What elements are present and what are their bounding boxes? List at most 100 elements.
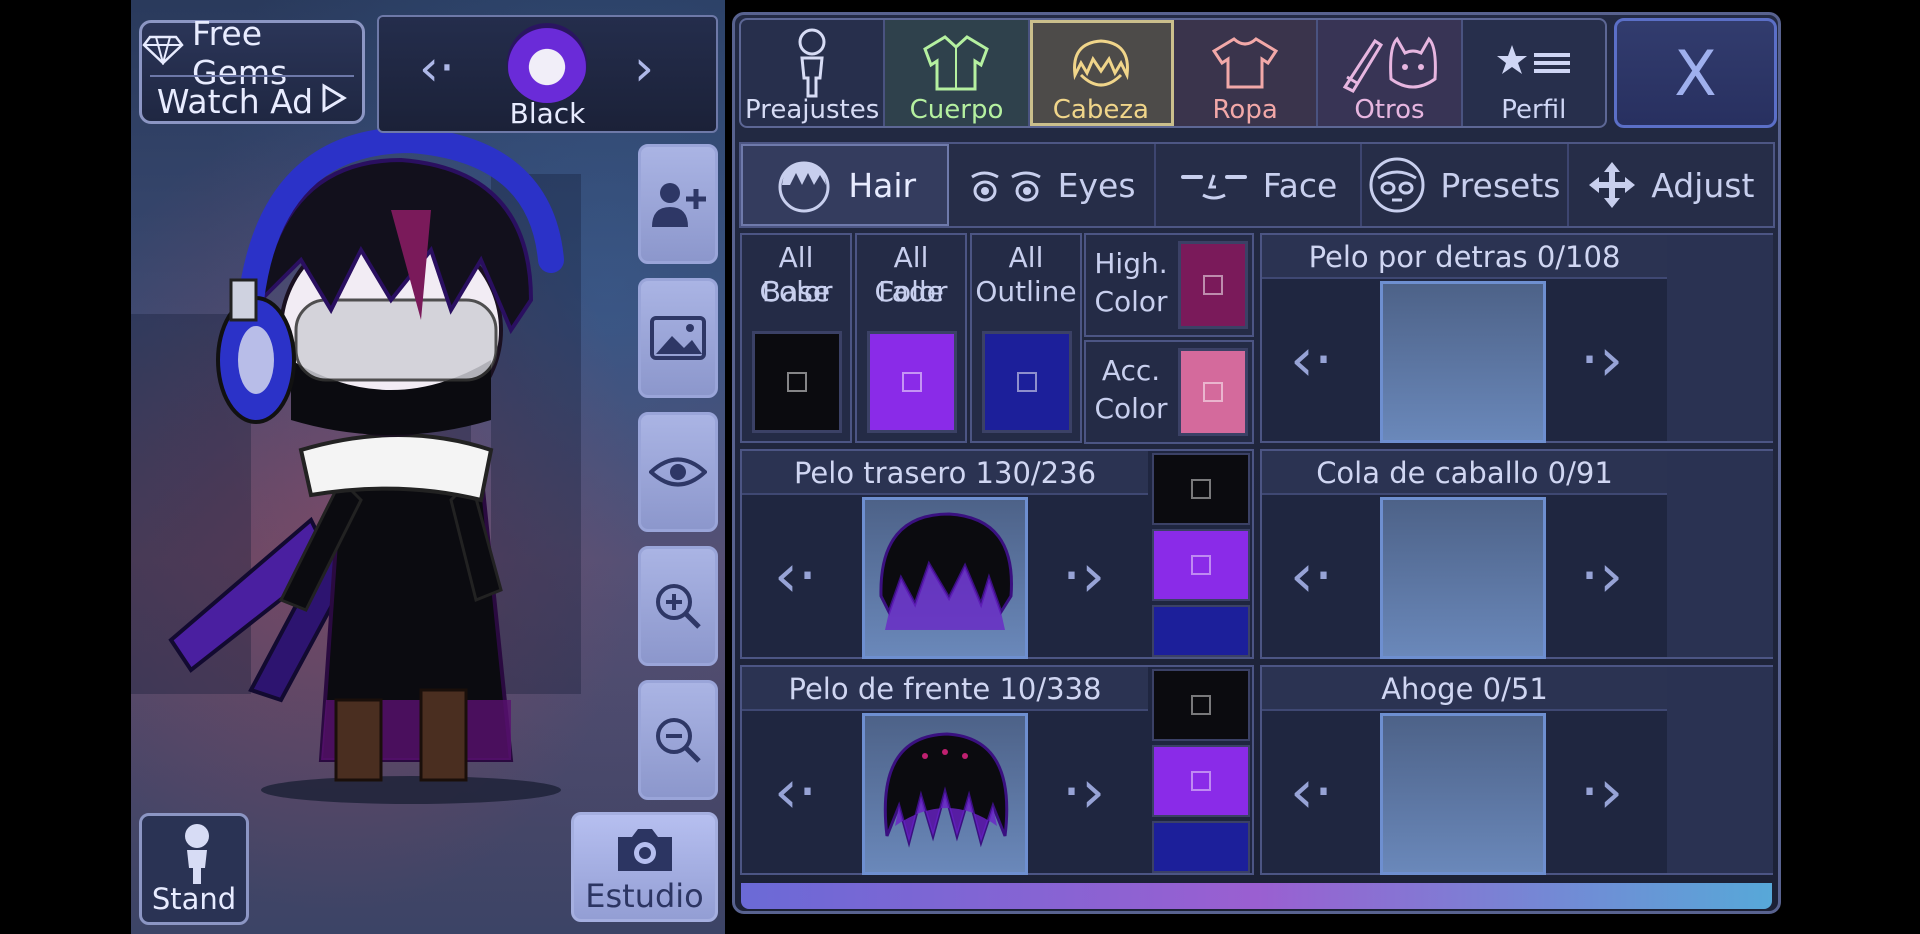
camera-icon: [618, 829, 672, 871]
previous-arrow-icon[interactable]: ‹·: [1290, 541, 1333, 611]
outline-color-swatch[interactable]: [1152, 605, 1250, 657]
outline-color-swatch[interactable]: [1152, 821, 1250, 873]
add-character-button[interactable]: [638, 144, 718, 264]
close-icon: X: [1674, 36, 1717, 110]
estudio-button[interactable]: Estudio: [571, 812, 718, 922]
zoom-out-button[interactable]: [638, 680, 718, 800]
pelo-de-frente-selector: Pelo de frente 10/338 ‹· ·›: [740, 665, 1254, 875]
item-preview[interactable]: [1380, 497, 1546, 659]
tab-presets[interactable]: Presets: [1362, 144, 1569, 226]
zoom-in-button[interactable]: [638, 546, 718, 666]
all-fade-color-swatch[interactable]: [867, 331, 957, 433]
swatch-marker: [1017, 372, 1037, 392]
stand-button[interactable]: Stand: [139, 813, 249, 925]
next-arrow-icon[interactable]: ·›: [1580, 325, 1623, 395]
previous-arrow-icon[interactable]: ‹·: [1290, 325, 1333, 395]
tab-label: Preajustes: [745, 95, 880, 125]
high-color-cell[interactable]: High. Color: [1084, 233, 1254, 337]
swatch-marker: [1191, 555, 1211, 575]
next-character-icon[interactable]: ›: [634, 39, 654, 97]
pelo-trasero-selector: Pelo trasero 130/236 ‹· ·›: [740, 449, 1254, 659]
all-fade-color-cell[interactable]: All Fade Color: [855, 233, 967, 443]
swatch-marker: [1203, 382, 1223, 402]
swatch-marker: [1191, 479, 1211, 499]
acc-color-swatch[interactable]: [1178, 348, 1248, 436]
tab-label: Face: [1262, 165, 1338, 205]
tab-eyes[interactable]: Eyes: [949, 144, 1156, 226]
back-hair-preview: [879, 512, 1013, 630]
previous-arrow-icon[interactable]: ‹·: [1290, 757, 1333, 827]
tab-label: Otros: [1354, 95, 1425, 125]
body-silhouette-icon: [798, 28, 826, 98]
tab-ropa[interactable]: Ropa: [1173, 20, 1319, 126]
selector-side-band: [1667, 235, 1773, 441]
next-arrow-icon[interactable]: ·›: [1580, 757, 1623, 827]
star-list-icon: [1496, 45, 1570, 74]
tab-label: Cabeza: [1052, 95, 1149, 125]
tab-cuerpo[interactable]: Cuerpo: [885, 20, 1030, 126]
divider: [150, 75, 354, 77]
cell-label-line2: Outline: [975, 275, 1077, 308]
acc-color-cell[interactable]: Acc. Color: [1084, 340, 1254, 444]
category-tabs: Preajustes Cuerpo Cabeza Ropa Otros Perf…: [739, 18, 1607, 128]
close-button[interactable]: X: [1614, 18, 1777, 128]
item-preview[interactable]: [862, 497, 1028, 659]
next-arrow-icon[interactable]: ·›: [1062, 541, 1105, 611]
fade-color-swatch[interactable]: [1152, 745, 1250, 817]
next-arrow-icon[interactable]: ·›: [1580, 541, 1623, 611]
zoom-in-icon: [656, 584, 701, 629]
tab-cabeza[interactable]: Cabeza: [1029, 20, 1174, 126]
item-preview[interactable]: [1380, 281, 1546, 443]
next-arrow-icon[interactable]: ·›: [1062, 757, 1105, 827]
selector-title: Ahoge 0/51: [1262, 667, 1667, 711]
swatch-marker: [1203, 275, 1223, 295]
item-preview[interactable]: [862, 713, 1028, 875]
swatch-marker: [1191, 695, 1211, 715]
all-outline-cell[interactable]: All Outline: [970, 233, 1082, 443]
eyes-icon: [970, 171, 1041, 202]
selector-side-band: [1667, 451, 1773, 657]
pelo-por-detras-selector: Pelo por detras 0/108 ‹· ·›: [1260, 233, 1773, 443]
background-button[interactable]: [638, 278, 718, 398]
swatch-marker: [1191, 771, 1211, 791]
fade-color-swatch[interactable]: [1152, 529, 1250, 601]
base-color-swatch[interactable]: [1152, 453, 1250, 525]
tab-preajustes[interactable]: Preajustes: [741, 20, 886, 126]
image-icon: [650, 316, 706, 360]
head-subtabs: Hair Eyes Face Presets Adjust: [739, 142, 1775, 228]
previous-arrow-icon[interactable]: ‹·: [774, 541, 817, 611]
base-color-swatch[interactable]: [1152, 669, 1250, 741]
all-outline-swatch[interactable]: [982, 331, 1072, 433]
free-gems-button[interactable]: Free Gems Watch Ad: [139, 14, 365, 124]
selector-title: Cola de caballo 0/91: [1262, 451, 1667, 495]
previous-arrow-icon[interactable]: ‹·: [774, 757, 817, 827]
tab-face[interactable]: Face: [1156, 144, 1363, 226]
tab-label: Adjust: [1651, 165, 1755, 205]
swatch-marker: [902, 372, 922, 392]
visibility-button[interactable]: [638, 412, 718, 532]
character-figure[interactable]: [131, 0, 725, 934]
item-preview[interactable]: [1380, 713, 1546, 875]
all-base-color-cell[interactable]: All Base Color: [740, 233, 852, 443]
move-arrows-icon: [1589, 162, 1636, 208]
previous-character-icon[interactable]: ‹·: [419, 39, 455, 97]
hair-icon: [1072, 39, 1129, 87]
character-avatar: [507, 23, 587, 103]
tab-adjust[interactable]: Adjust: [1569, 144, 1773, 226]
high-color-swatch[interactable]: [1178, 241, 1248, 329]
tab-label: Presets: [1440, 165, 1561, 205]
cell-label-line1: All: [1008, 241, 1044, 274]
swatch-marker: [787, 372, 807, 392]
zoom-out-icon: [656, 718, 701, 763]
cell-label-line2: Color: [759, 275, 833, 308]
all-base-color-swatch[interactable]: [752, 331, 842, 433]
cell-label-line1: Acc.: [1101, 354, 1161, 387]
selector-side-band: [1667, 667, 1773, 873]
cell-label-line2: Color: [1094, 392, 1168, 425]
panel-bottom-strip: [741, 883, 1772, 909]
hair-head-icon: [778, 161, 830, 213]
tab-perfil[interactable]: Perfil: [1463, 20, 1605, 126]
tab-label: Ropa: [1212, 95, 1278, 125]
tab-otros[interactable]: Otros: [1318, 20, 1463, 126]
tab-hair[interactable]: Hair: [741, 144, 950, 226]
